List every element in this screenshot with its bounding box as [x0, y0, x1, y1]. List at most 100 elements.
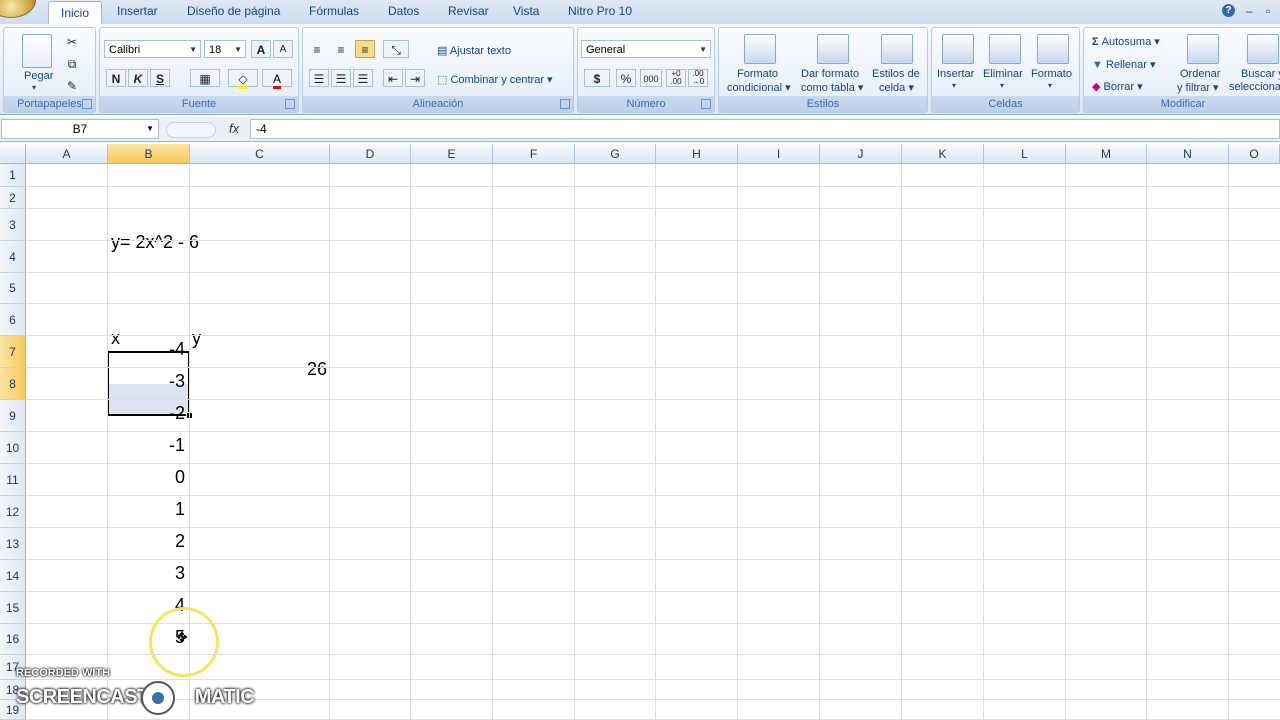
format-as-table-label[interactable]: Dar formato — [801, 68, 859, 80]
column-header-h[interactable]: H — [656, 144, 738, 164]
row-header-16[interactable]: 16 — [0, 624, 26, 655]
delete-dropdown-icon[interactable]: ▾ — [1000, 81, 1004, 90]
cell-c6[interactable]: y — [192, 328, 201, 349]
restore-icon[interactable]: ▫ — [1266, 4, 1270, 18]
cell-b9[interactable]: -2 — [108, 403, 185, 424]
tab-nitro-pro[interactable]: Nitro Pro 10 — [568, 4, 632, 18]
font-color-button[interactable]: A — [262, 69, 292, 89]
row-header-4[interactable]: 4 — [0, 241, 26, 273]
cut-icon[interactable]: ✂ — [62, 32, 82, 50]
decrease-decimal-button[interactable]: .00 →0 — [688, 69, 708, 87]
column-header-l[interactable]: L — [984, 144, 1066, 164]
borders-button[interactable]: ▦ — [190, 69, 220, 87]
align-center-icon[interactable]: ☰ — [331, 69, 351, 87]
align-middle-icon[interactable]: ≡ — [331, 40, 351, 58]
clear-button[interactable]: ◆ Borrar ▾ — [1092, 80, 1143, 93]
row-header-5[interactable]: 5 — [0, 273, 26, 304]
delete-cells-button[interactable]: Eliminar — [983, 68, 1023, 80]
row-header-15[interactable]: 15 — [0, 592, 26, 624]
bold-button[interactable]: N — [106, 69, 126, 87]
cell-b7[interactable]: -4 — [108, 339, 185, 360]
column-header-k[interactable]: K — [902, 144, 984, 164]
column-header-b[interactable]: B — [108, 144, 190, 164]
alineacion-launcher-icon[interactable] — [560, 99, 570, 109]
format-dropdown-icon[interactable]: ▾ — [1048, 81, 1052, 90]
tab-formulas[interactable]: Fórmulas — [309, 4, 359, 18]
format-cells-button[interactable]: Formato — [1031, 68, 1072, 80]
sort-filter-label-2[interactable]: y filtrar ▾ — [1177, 81, 1219, 94]
column-header-o[interactable]: O — [1229, 144, 1280, 164]
font-size-combo[interactable]: 18 ▼ — [204, 40, 246, 58]
conditional-format-label-2[interactable]: condicional ▾ — [727, 81, 791, 94]
column-header-j[interactable]: J — [820, 144, 902, 164]
row-header-1[interactable]: 1 — [0, 164, 26, 187]
find-select-label-2[interactable]: seleccionar — [1229, 81, 1280, 93]
row-header-8[interactable]: 8 — [0, 368, 26, 400]
row-header-14[interactable]: 14 — [0, 560, 26, 592]
fill-color-button[interactable]: ◇ — [228, 69, 258, 89]
align-left-icon[interactable]: ☰ — [309, 69, 329, 87]
insert-function-icon[interactable]: fx — [229, 121, 239, 136]
column-header-e[interactable]: E — [411, 144, 493, 164]
percent-button[interactable]: % — [616, 69, 636, 87]
row-header-2[interactable]: 2 — [0, 187, 26, 209]
cell-b14[interactable]: 3 — [108, 563, 185, 584]
wrap-text-button[interactable]: ▤ Ajustar texto — [437, 44, 511, 57]
column-header-f[interactable]: F — [493, 144, 575, 164]
italic-button[interactable]: K — [128, 69, 148, 87]
row-header-10[interactable]: 10 — [0, 432, 26, 464]
column-header-a[interactable]: A — [26, 144, 108, 164]
cell-b3[interactable]: y= 2x^2 - 6 — [111, 232, 199, 253]
cell-b12[interactable]: 1 — [108, 499, 185, 520]
tab-inicio[interactable]: Inicio — [48, 1, 103, 24]
sort-filter-label[interactable]: Ordenar — [1180, 68, 1220, 80]
row-header-9[interactable]: 9 — [0, 400, 26, 432]
cell-styles-label[interactable]: Estilos de — [872, 68, 920, 80]
fill-button[interactable]: ▼ Rellenar ▾ — [1092, 58, 1156, 71]
decrease-indent-icon[interactable]: ⇤ — [383, 69, 403, 87]
row-header-6[interactable]: 6 — [0, 304, 26, 336]
paste-button[interactable]: Pegar — [24, 70, 53, 82]
tab-diseno-pagina[interactable]: Diseño de página — [187, 4, 280, 18]
conditional-format-label[interactable]: Formato — [737, 68, 778, 80]
number-format-combo[interactable]: General ▼ — [581, 40, 711, 58]
cell-b13[interactable]: 2 — [108, 531, 185, 552]
portapapeles-launcher-icon[interactable] — [82, 99, 92, 109]
help-icon[interactable]: ? — [1222, 4, 1235, 17]
column-header-g[interactable]: G — [575, 144, 656, 164]
row-header-3[interactable]: 3 — [0, 209, 26, 241]
font-name-combo[interactable]: Calibri ▼ — [104, 40, 201, 58]
column-header-i[interactable]: I — [738, 144, 820, 164]
increase-decimal-button[interactable]: +0.00 — [666, 69, 686, 87]
column-header-d[interactable]: D — [330, 144, 411, 164]
cell-b10[interactable]: -1 — [108, 435, 185, 456]
tab-insertar[interactable]: Insertar — [117, 4, 158, 18]
row-header-12[interactable]: 12 — [0, 496, 26, 528]
cell-styles-label-2[interactable]: celda ▾ — [879, 81, 914, 94]
underline-button[interactable]: S — [150, 69, 170, 87]
align-top-icon[interactable]: ≡ — [307, 40, 327, 58]
align-right-icon[interactable]: ☰ — [353, 69, 373, 87]
copy-icon[interactable]: ⧉ — [62, 54, 82, 72]
fuente-launcher-icon[interactable] — [285, 99, 295, 109]
thousands-button[interactable]: 000 — [640, 69, 662, 87]
row-header-7[interactable]: 7 — [0, 336, 26, 368]
cell-c7[interactable]: 26 — [190, 359, 327, 380]
autosum-button[interactable]: Σ Autosuma ▾ — [1092, 35, 1160, 48]
column-header-c[interactable]: C — [190, 144, 330, 164]
formula-buttons[interactable] — [166, 122, 216, 138]
numero-launcher-icon[interactable] — [701, 99, 711, 109]
column-header-n[interactable]: N — [1147, 144, 1229, 164]
formula-input[interactable]: -4 — [250, 119, 1280, 139]
orientation-icon[interactable]: ⤡ — [383, 40, 409, 58]
name-box[interactable]: B7 ▼ — [1, 119, 159, 139]
row-header-11[interactable]: 11 — [0, 464, 26, 496]
insert-cells-button[interactable]: Insertar — [937, 68, 974, 80]
grow-font-button[interactable]: A — [251, 40, 271, 58]
tab-datos[interactable]: Datos — [388, 4, 419, 18]
row-header-13[interactable]: 13 — [0, 528, 26, 560]
tab-vista[interactable]: Vista — [513, 4, 539, 18]
cell-grid[interactable]: y= 2x^2 - 6 x y 26 -4 -3 -2 -1 0 1 2 3 4 5 ✥ — [26, 164, 1280, 720]
select-all-corner[interactable] — [0, 144, 26, 164]
column-header-m[interactable]: M — [1066, 144, 1147, 164]
